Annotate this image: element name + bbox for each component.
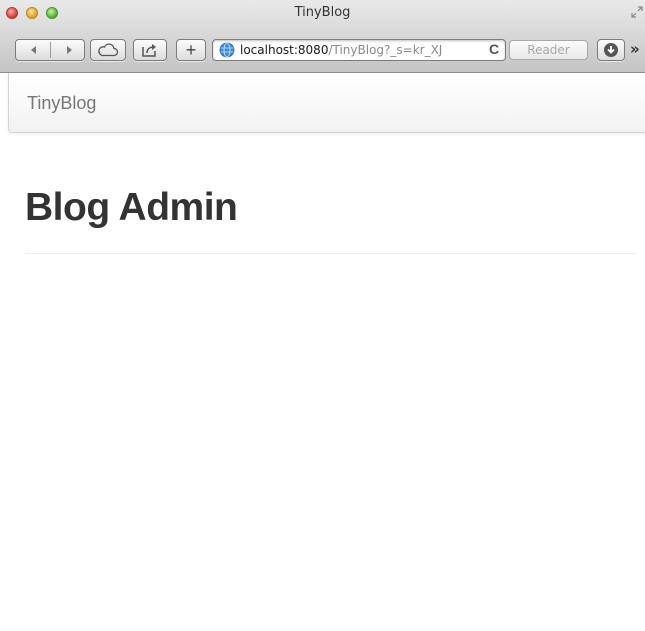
- downloads-button[interactable]: [597, 39, 625, 61]
- forward-button[interactable]: [51, 40, 86, 60]
- forward-arrow-icon: [66, 46, 72, 54]
- back-arrow-icon: [30, 46, 36, 54]
- page-header-divider: [25, 253, 636, 254]
- back-button[interactable]: [16, 40, 51, 60]
- address-bar[interactable]: localhost:8080/TinyBlog?_s=kr_XJ C: [212, 39, 506, 61]
- browser-window: TinyBlog + localhost:8080/TinyBlog?_s=kr…: [0, 0, 645, 631]
- navbar-brand-link[interactable]: TinyBlog: [27, 93, 96, 114]
- share-button[interactable]: [133, 39, 167, 61]
- fullscreen-icon[interactable]: [631, 6, 643, 18]
- browser-toolbar: TinyBlog + localhost:8080/TinyBlog?_s=kr…: [0, 0, 645, 73]
- icloud-tabs-button[interactable]: [90, 39, 126, 61]
- icloud-tabs-icon: [98, 43, 119, 57]
- download-icon: [604, 43, 618, 57]
- globe-icon: [219, 42, 235, 58]
- share-icon: [142, 44, 156, 57]
- page-title: Blog Admin: [25, 186, 238, 229]
- reader-button[interactable]: Reader: [509, 40, 588, 60]
- url-host: localhost:8080: [240, 43, 329, 57]
- url-path: /TinyBlog?_s=kr_XJ: [328, 43, 443, 57]
- reload-icon[interactable]: C: [489, 41, 499, 57]
- toolbar-overflow-button[interactable]: »: [630, 40, 640, 58]
- back-forward-group: [15, 39, 85, 61]
- url-text: localhost:8080/TinyBlog?_s=kr_XJ: [240, 42, 442, 58]
- new-tab-button[interactable]: +: [176, 39, 206, 61]
- site-navbar: TinyBlog: [8, 73, 645, 133]
- window-title: TinyBlog: [294, 5, 351, 20]
